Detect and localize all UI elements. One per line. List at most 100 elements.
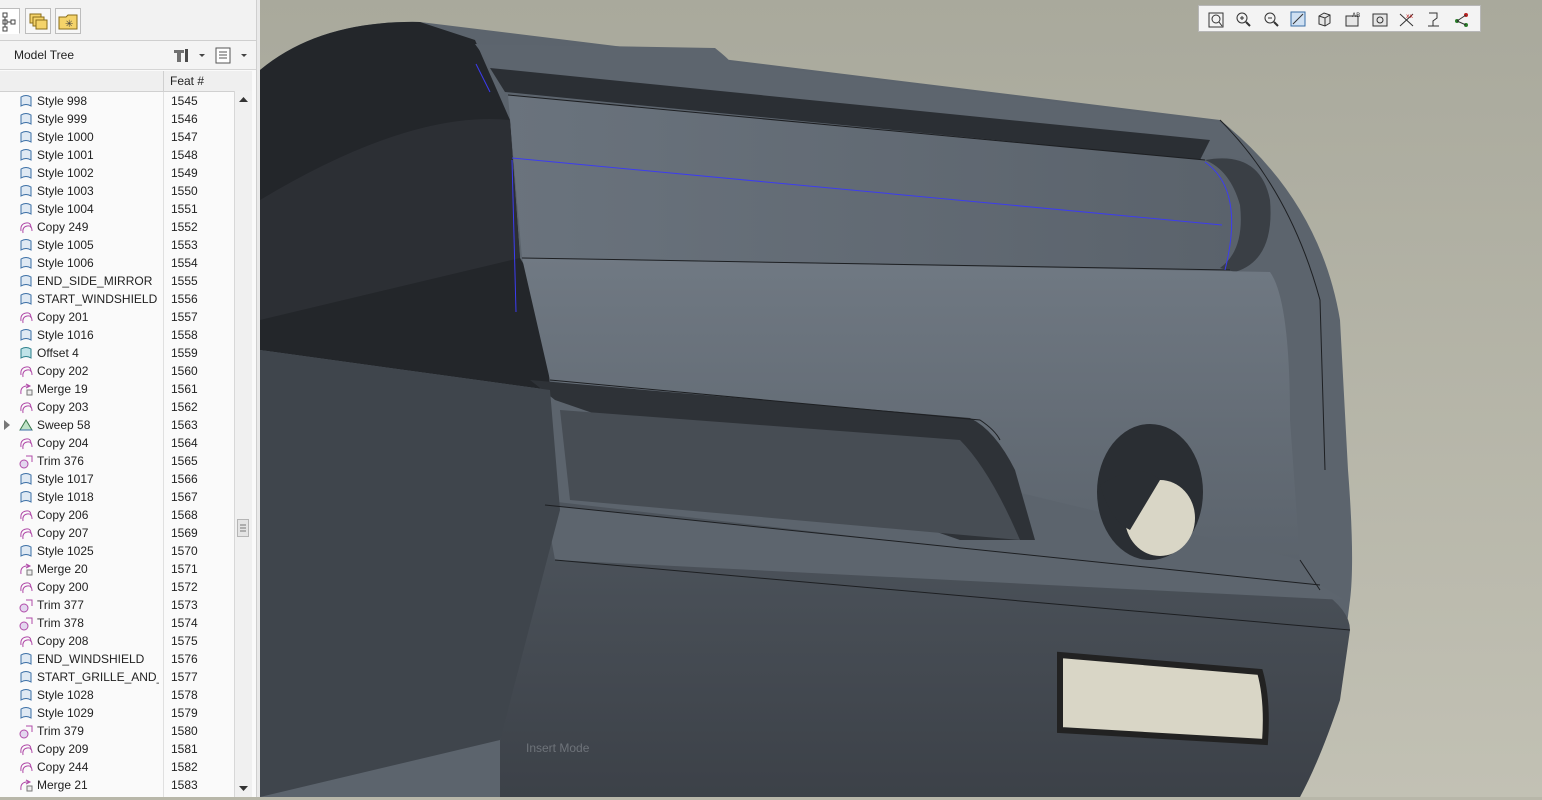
tree-row[interactable]: Trim 376 1565 (0, 452, 234, 470)
tree-row[interactable]: END_SIDE_MIRROR 1555 (0, 272, 234, 290)
copy-feature-icon (20, 744, 33, 756)
settings-menu-button[interactable] (171, 45, 207, 65)
tree-row[interactable]: Merge 20 1571 (0, 560, 234, 578)
tree-row[interactable]: Copy 201 1557 (0, 308, 234, 326)
tree-row[interactable]: Trim 377 1573 (0, 596, 234, 614)
tree-row[interactable]: Trim 378 1574 (0, 614, 234, 632)
tree-row[interactable]: Merge 21 1583 (0, 776, 234, 794)
scroll-up-button[interactable] (235, 91, 252, 107)
zoom-in-button[interactable] (1232, 9, 1254, 29)
style-feature-icon (20, 203, 32, 215)
tree-row[interactable]: Copy 203 1562 (0, 398, 234, 416)
zoom-out-icon (1264, 12, 1279, 27)
tree-row[interactable]: Merge 19 1561 (0, 380, 234, 398)
style-feature-icon (20, 329, 32, 341)
copy-feature-icon (20, 528, 33, 540)
repaint-button[interactable] (1287, 9, 1309, 29)
tree-row[interactable]: Style 1001 1548 (0, 146, 234, 164)
tree-row[interactable]: Style 1004 1551 (0, 200, 234, 218)
feature-name: Merge 20 (37, 562, 88, 576)
tree-row[interactable]: Copy 249 1552 (0, 218, 234, 236)
layers-tab[interactable] (25, 8, 51, 34)
datum-display-button[interactable]: xx (1396, 9, 1418, 29)
feature-number: 1581 (171, 742, 198, 756)
scrollbar-thumb[interactable] (237, 519, 249, 537)
column-header-feat[interactable]: Feat # (163, 71, 235, 91)
tree-row[interactable]: Style 1016 1558 (0, 326, 234, 344)
tree-row[interactable]: Style 1000 1547 (0, 128, 234, 146)
feature-number: 1568 (171, 508, 198, 522)
feature-number: 1573 (171, 598, 198, 612)
tree-row[interactable]: Copy 206 1568 (0, 506, 234, 524)
view-manager-icon (1372, 13, 1388, 27)
feature-name: Trim 378 (37, 616, 84, 630)
feature-number: 1574 (171, 616, 198, 630)
tree-row[interactable]: Copy 209 1581 (0, 740, 234, 758)
feature-name: Style 1028 (37, 688, 94, 702)
spin-center-icon (1454, 13, 1468, 27)
feature-name: Trim 376 (37, 454, 84, 468)
feature-name: Copy 249 (37, 220, 89, 234)
tree-row[interactable]: START_WINDSHIELD 1556 (0, 290, 234, 308)
zoom-out-button[interactable] (1260, 9, 1282, 29)
feature-number: 1580 (171, 724, 198, 738)
tree-row[interactable]: Sweep 58 1563 (0, 416, 234, 434)
tree-row[interactable]: Copy 207 1569 (0, 524, 234, 542)
tree-row[interactable]: Style 998 1545 (0, 92, 234, 110)
car-body-model[interactable] (260, 0, 1542, 797)
saved-views-button[interactable]: AB (1342, 9, 1364, 29)
annotation-display-button[interactable] (1423, 9, 1445, 29)
tree-row[interactable]: START_GRILLE_AND_ 1577 (0, 668, 234, 686)
style-feature-icon (20, 689, 32, 701)
tree-row[interactable]: Offset 4 1559 (0, 344, 234, 362)
tree-row[interactable]: Style 1028 1578 (0, 686, 234, 704)
style-feature-icon (20, 545, 32, 557)
tree-row[interactable]: Style 1006 1554 (0, 254, 234, 272)
tree-row[interactable]: Copy 204 1564 (0, 434, 234, 452)
feature-number: 1564 (171, 436, 198, 450)
layers-tab-icon (29, 13, 48, 30)
favorites-tab[interactable]: ✳ (55, 8, 81, 34)
feature-name: Merge 21 (37, 778, 88, 792)
style-feature-icon (20, 167, 32, 179)
feature-name: Style 1017 (37, 472, 94, 486)
arrow-down-icon (239, 786, 248, 791)
feature-number: 1570 (171, 544, 198, 558)
tree-row[interactable]: Style 1017 1566 (0, 470, 234, 488)
graphics-window[interactable]: AB xx Insert Mode (260, 0, 1542, 797)
feature-number: 1579 (171, 706, 198, 720)
tree-scrollbar[interactable] (234, 91, 252, 797)
view-manager-button[interactable] (1369, 9, 1391, 29)
tree-row[interactable]: Copy 200 1572 (0, 578, 234, 596)
expand-arrow-icon[interactable] (4, 420, 10, 430)
copy-feature-icon (20, 762, 33, 774)
tree-row[interactable]: Style 1005 1553 (0, 236, 234, 254)
show-menu-button[interactable] (214, 45, 250, 65)
tree-row[interactable]: Copy 202 1560 (0, 362, 234, 380)
lower-vent (1057, 651, 1269, 746)
spin-center-button[interactable] (1451, 9, 1473, 29)
tree-row[interactable]: Trim 379 1580 (0, 722, 234, 740)
tree-row[interactable]: Style 1029 1579 (0, 704, 234, 722)
tree-row[interactable]: Copy 244 1582 (0, 758, 234, 776)
model-tree-title: Model Tree (14, 48, 75, 62)
trim-feature-icon (19, 725, 33, 739)
tree-column-headers: Feat # (0, 71, 252, 92)
feature-name: Trim 377 (37, 598, 84, 612)
feature-number: 1577 (171, 670, 198, 684)
model-tree-tab[interactable] (0, 8, 20, 34)
copy-feature-icon (20, 402, 33, 414)
tree-row[interactable]: END_WINDSHIELD 1576 (0, 650, 234, 668)
tree-row[interactable]: Style 1002 1549 (0, 164, 234, 182)
tree-row[interactable]: Style 999 1546 (0, 110, 234, 128)
display-style-button[interactable] (1314, 9, 1336, 29)
feature-name: Copy 206 (37, 508, 89, 522)
feature-number: 1556 (171, 292, 198, 306)
tree-row[interactable]: Style 1025 1570 (0, 542, 234, 560)
refit-button[interactable] (1205, 9, 1227, 29)
tree-row[interactable]: Style 1003 1550 (0, 182, 234, 200)
feature-number: 1561 (171, 382, 198, 396)
tree-row[interactable]: Copy 208 1575 (0, 632, 234, 650)
tree-row[interactable]: Style 1018 1567 (0, 488, 234, 506)
scroll-down-button[interactable] (235, 781, 252, 797)
